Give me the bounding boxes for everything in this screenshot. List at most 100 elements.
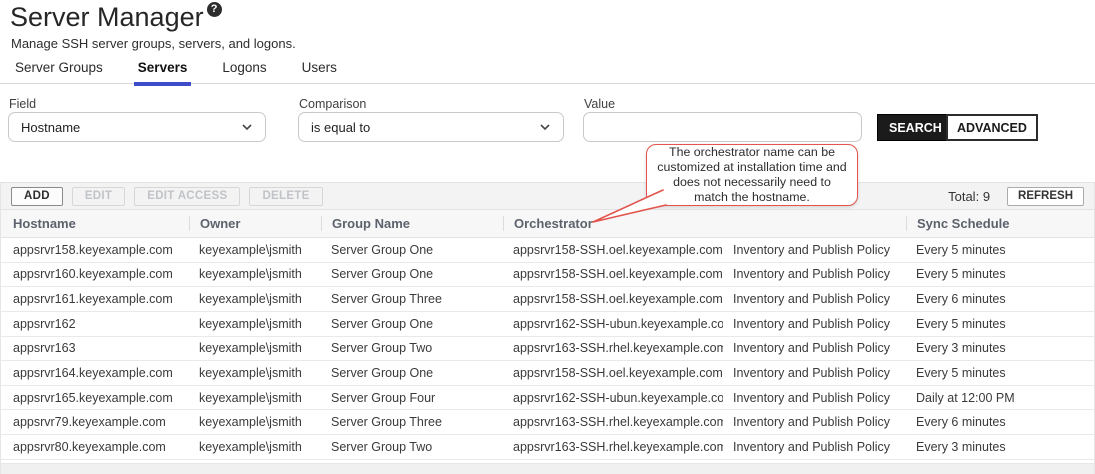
cell-hostname: appsrvr158.keyexample.com [1,243,189,257]
value-input[interactable] [583,112,862,142]
total-count: Total: 9 [948,189,990,204]
add-button[interactable]: ADD [11,187,63,206]
table-header-row: Hostname Owner Group Name Orchestrator S… [1,210,1094,238]
cell-orchestrator: appsrvr158-SSH.oel.keyexample.com [503,267,723,281]
cell-hostname: appsrvr164.keyexample.com [1,366,189,380]
cell-owner: keyexample\jsmith [189,317,321,331]
cell-group-name: Server Group One [321,366,503,380]
cell-group-name: Server Group One [321,267,503,281]
cell-group-name: Server Group Three [321,292,503,306]
cell-policy: Inventory and Publish Policy [723,341,906,355]
cell-sync-schedule: Every 3 minutes [906,440,1095,454]
cell-owner: keyexample\jsmith [189,292,321,306]
cell-sync-schedule: Every 5 minutes [906,243,1095,257]
value-label: Value [584,97,615,111]
cell-orchestrator: appsrvr163-SSH.rhel.keyexample.com [503,415,723,429]
tab-servers[interactable]: Servers [134,60,192,86]
cell-group-name: Server Group One [321,243,503,257]
cell-hostname: appsrvr165.keyexample.com [1,391,189,405]
servers-panel: ADD EDIT EDIT ACCESS DELETE Total: 9 REF… [0,182,1095,474]
cell-orchestrator: appsrvr163-SSH.rhel.keyexample.com [503,440,723,454]
delete-button[interactable]: DELETE [249,187,322,206]
cell-hostname: appsrvr80.keyexample.com [1,440,189,454]
cell-sync-schedule: Every 6 minutes [906,415,1095,429]
cell-owner: keyexample\jsmith [189,267,321,281]
cell-orchestrator: appsrvr162-SSH-ubun.keyexample.com [503,317,723,331]
table-row[interactable]: appsrvr164.keyexample.com keyexample\jsm… [1,361,1094,386]
tab-logons[interactable]: Logons [218,60,270,86]
cell-orchestrator: appsrvr158-SSH.oel.keyexample.com [503,292,723,306]
refresh-button[interactable]: REFRESH [1007,187,1084,206]
field-label: Field [9,97,36,111]
page-title: Server Manager? [10,1,222,33]
table-row[interactable]: appsrvr158.keyexample.com keyexample\jsm… [1,238,1094,263]
cell-group-name: Server Group Two [321,341,503,355]
cell-group-name: Server Group Two [321,440,503,454]
chevron-down-icon [539,121,551,133]
tab-users[interactable]: Users [298,60,341,86]
cell-sync-schedule: Every 6 minutes [906,292,1095,306]
column-header-orchestrator[interactable]: Orchestrator [503,216,723,231]
field-select[interactable]: Hostname [8,112,266,142]
cell-group-name: Server Group Four [321,391,503,405]
table-body: appsrvr158.keyexample.com keyexample\jsm… [1,238,1094,460]
annotation-callout: The orchestrator name can be customized … [646,144,858,206]
chevron-down-icon [241,121,253,133]
cell-sync-schedule: Every 5 minutes [906,267,1095,281]
help-icon[interactable]: ? [207,2,222,17]
cell-policy: Inventory and Publish Policy [723,440,906,454]
column-header-sync-schedule[interactable]: Sync Schedule [906,216,1095,231]
cell-policy: Inventory and Publish Policy [723,292,906,306]
cell-sync-schedule: Every 5 minutes [906,366,1095,380]
column-header-hostname[interactable]: Hostname [1,216,189,231]
cell-group-name: Server Group One [321,317,503,331]
annotation-text: The orchestrator name can be customized … [656,145,848,205]
table-row[interactable]: appsrvr161.keyexample.com keyexample\jsm… [1,287,1094,312]
table-toolbar: ADD EDIT EDIT ACCESS DELETE Total: 9 REF… [1,182,1094,210]
cell-orchestrator: appsrvr163-SSH.rhel.keyexample.com [503,341,723,355]
cell-group-name: Server Group Three [321,415,503,429]
cell-hostname: appsrvr163 [1,341,189,355]
cell-owner: keyexample\jsmith [189,391,321,405]
cell-hostname: appsrvr162 [1,317,189,331]
table-row[interactable]: appsrvr160.keyexample.com keyexample\jsm… [1,263,1094,288]
cell-orchestrator: appsrvr162-SSH-ubun.keyexample.com [503,391,723,405]
edit-button[interactable]: EDIT [72,187,125,206]
cell-policy: Inventory and Publish Policy [723,366,906,380]
cell-orchestrator: appsrvr158-SSH.oel.keyexample.com [503,366,723,380]
cell-hostname: appsrvr79.keyexample.com [1,415,189,429]
cell-owner: keyexample\jsmith [189,243,321,257]
cell-owner: keyexample\jsmith [189,341,321,355]
tab-bar: Server Groups Servers Logons Users [11,60,341,86]
table-row[interactable]: appsrvr165.keyexample.com keyexample\jsm… [1,386,1094,411]
column-header-owner[interactable]: Owner [189,216,321,231]
cell-policy: Inventory and Publish Policy [723,391,906,405]
cell-owner: keyexample\jsmith [189,366,321,380]
column-header-group-name[interactable]: Group Name [321,216,503,231]
advanced-button[interactable]: ADVANCED [946,114,1038,141]
page-subtitle: Manage SSH server groups, servers, and l… [11,36,296,51]
cell-policy: Inventory and Publish Policy [723,415,906,429]
search-button[interactable]: SEARCH [877,114,954,141]
table-row[interactable]: appsrvr80.keyexample.com keyexample\jsmi… [1,435,1094,460]
table-row[interactable]: appsrvr79.keyexample.com keyexample\jsmi… [1,410,1094,435]
cell-hostname: appsrvr160.keyexample.com [1,267,189,281]
tab-server-groups[interactable]: Server Groups [11,60,107,86]
cell-sync-schedule: Daily at 12:00 PM [906,391,1095,405]
table-row[interactable]: appsrvr162 keyexample\jsmith Server Grou… [1,312,1094,337]
cell-sync-schedule: Every 5 minutes [906,317,1095,331]
comparison-select[interactable]: is equal to [298,112,564,142]
edit-access-button[interactable]: EDIT ACCESS [134,187,240,206]
cell-hostname: appsrvr161.keyexample.com [1,292,189,306]
cell-owner: keyexample\jsmith [189,415,321,429]
comparison-label: Comparison [299,97,366,111]
cell-policy: Inventory and Publish Policy [723,267,906,281]
panel-footer [1,463,1094,474]
cell-orchestrator: appsrvr158-SSH.oel.keyexample.com [503,243,723,257]
cell-owner: keyexample\jsmith [189,440,321,454]
server-manager-page: Server Manager? Manage SSH server groups… [0,0,1095,474]
cell-sync-schedule: Every 3 minutes [906,341,1095,355]
cell-policy: Inventory and Publish Policy [723,317,906,331]
cell-policy: Inventory and Publish Policy [723,243,906,257]
table-row[interactable]: appsrvr163 keyexample\jsmith Server Grou… [1,337,1094,362]
